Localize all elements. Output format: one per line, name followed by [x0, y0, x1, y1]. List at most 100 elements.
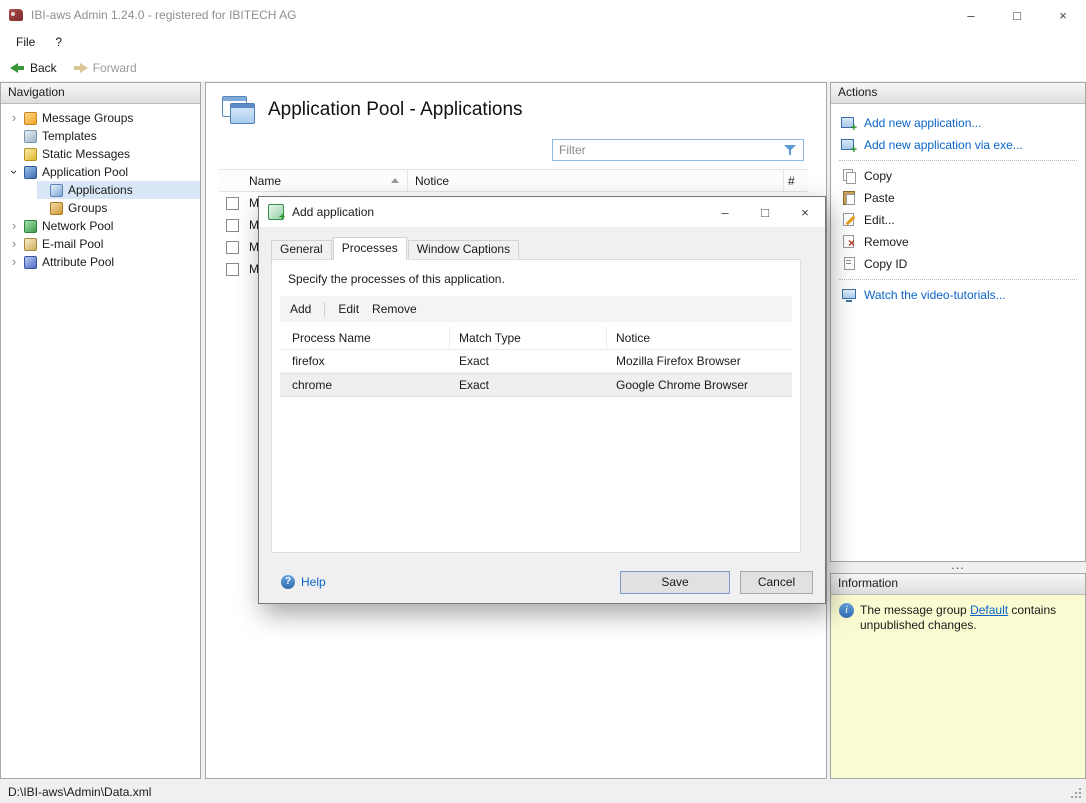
default-group-link[interactable]: Default	[970, 603, 1008, 617]
chevron-down-icon[interactable]: ›	[7, 165, 21, 179]
help-link[interactable]: ? Help	[281, 575, 326, 589]
action-add-new-application[interactable]: Add new application...	[831, 112, 1085, 134]
dialog-titlebar: Add application – □ ×	[259, 197, 825, 227]
dialog-maximize-icon[interactable]: □	[745, 197, 785, 227]
forward-label: Forward	[93, 61, 137, 75]
dialog-close-icon[interactable]: ×	[785, 197, 825, 227]
dialog-minimize-icon[interactable]: –	[705, 197, 745, 227]
sidebar-item-label: Attribute Pool	[42, 255, 114, 269]
sidebar-item-network-pool[interactable]: › Network Pool	[1, 217, 200, 235]
information-message: i The message group Default contains unp…	[831, 595, 1085, 633]
row-checkbox[interactable]	[226, 197, 239, 210]
page-title-row: Application Pool - Applications	[222, 96, 523, 124]
app-window: IBI-aws Admin 1.24.0 - registered for IB…	[0, 0, 1086, 803]
remove-icon	[841, 234, 857, 250]
resize-grip[interactable]	[1071, 788, 1083, 800]
column-header-notice[interactable]: Notice	[607, 327, 792, 349]
processes-tab-content: Specify the processes of this applicatio…	[271, 259, 801, 553]
sidebar-item-message-groups[interactable]: › Message Groups	[1, 109, 200, 127]
tab-general[interactable]: General	[271, 240, 332, 259]
action-add-new-application-via-exe[interactable]: Add new application via exe...	[831, 134, 1085, 156]
sidebar-item-groups[interactable]: Groups	[37, 199, 200, 217]
page-title: Application Pool - Applications	[268, 99, 523, 121]
right-column: Actions Add new application... Add new a…	[830, 82, 1086, 779]
dialog-title: Add application	[292, 205, 374, 219]
processes-table: Process Name Match Type Notice firefox E…	[280, 327, 792, 397]
cancel-button[interactable]: Cancel	[740, 571, 813, 594]
panel-splitter-handle[interactable]: ...	[830, 562, 1086, 573]
window-controls: – □ ×	[948, 0, 1086, 30]
message-groups-icon	[24, 112, 37, 125]
filter-icon[interactable]	[783, 143, 799, 157]
action-paste[interactable]: Paste	[831, 187, 1085, 209]
edit-process-button[interactable]: Edit	[338, 302, 359, 316]
process-row[interactable]: chrome Exact Google Chrome Browser	[280, 373, 792, 397]
app-icon	[9, 9, 23, 21]
column-header-process-name[interactable]: Process Name	[280, 327, 450, 349]
menu-help[interactable]: ?	[45, 31, 72, 53]
menu-file[interactable]: File	[6, 31, 45, 53]
row-checkbox[interactable]	[226, 241, 239, 254]
row-checkbox[interactable]	[226, 263, 239, 276]
chevron-right-icon[interactable]: ›	[7, 111, 21, 125]
dialog-buttons: Save Cancel	[620, 571, 813, 594]
add-application-exe-icon	[841, 137, 857, 153]
forward-icon	[73, 62, 88, 74]
groups-icon	[50, 202, 63, 215]
back-button[interactable]: Back	[4, 56, 63, 80]
copy-icon	[841, 168, 857, 184]
add-process-button[interactable]: Add	[290, 302, 311, 316]
templates-icon	[24, 130, 37, 143]
action-remove[interactable]: Remove	[831, 231, 1085, 253]
applications-page-icon	[222, 96, 255, 124]
action-copy-id[interactable]: Copy ID	[831, 253, 1085, 275]
chevron-right-icon[interactable]: ›	[7, 255, 21, 269]
sidebar-item-label: Application Pool	[42, 165, 128, 179]
sort-asc-icon	[391, 178, 399, 183]
sidebar-item-templates[interactable]: Templates	[1, 127, 200, 145]
column-header-notice[interactable]: Notice	[408, 170, 784, 191]
column-header-name[interactable]: Name	[245, 170, 408, 191]
processes-toolbar: Add Edit Remove	[280, 296, 792, 322]
copy-id-icon	[841, 256, 857, 272]
sidebar-item-static-messages[interactable]: Static Messages	[1, 145, 200, 163]
add-application-dialog-icon	[268, 204, 284, 220]
save-button[interactable]: Save	[620, 571, 730, 594]
table-header: Name Notice #	[219, 169, 808, 192]
chevron-right-icon[interactable]: ›	[7, 219, 21, 233]
column-header-count[interactable]: #	[784, 174, 808, 188]
chevron-right-icon[interactable]: ›	[7, 237, 21, 251]
filter-input[interactable]	[553, 141, 783, 159]
forward-button[interactable]: Forward	[67, 56, 143, 80]
sidebar-item-applications[interactable]: Applications	[37, 181, 200, 199]
dialog-controls: – □ ×	[705, 197, 825, 227]
dialog-footer: ? Help Save Cancel	[259, 561, 825, 603]
remove-process-button[interactable]: Remove	[372, 302, 417, 316]
status-file-path: D:\IBI-aws\Admin\Data.xml	[8, 785, 151, 799]
action-watch-video-tutorials[interactable]: Watch the video-tutorials...	[831, 284, 1085, 306]
action-copy[interactable]: Copy	[831, 165, 1085, 187]
tab-window-captions[interactable]: Window Captions	[408, 240, 519, 259]
information-text: The message group Default contains unpub…	[860, 603, 1077, 633]
back-icon	[10, 62, 25, 74]
actions-panel: Actions Add new application... Add new a…	[830, 82, 1086, 562]
information-header: Information	[831, 574, 1085, 595]
process-row[interactable]: firefox Exact Mozilla Firefox Browser	[280, 350, 792, 373]
column-header-match-type[interactable]: Match Type	[450, 327, 607, 349]
sidebar-item-email-pool[interactable]: › E-mail Pool	[1, 235, 200, 253]
menubar: File ?	[0, 30, 1086, 54]
navigation-header: Navigation	[1, 83, 200, 104]
sidebar-item-attribute-pool[interactable]: › Attribute Pool	[1, 253, 200, 271]
video-tutorials-icon	[841, 287, 857, 303]
maximize-icon[interactable]: □	[994, 0, 1040, 30]
sidebar-item-application-pool[interactable]: › Application Pool	[1, 163, 200, 181]
row-checkbox[interactable]	[226, 219, 239, 232]
minimize-icon[interactable]: –	[948, 0, 994, 30]
processes-description: Specify the processes of this applicatio…	[288, 272, 800, 286]
action-edit[interactable]: Edit...	[831, 209, 1085, 231]
close-icon[interactable]: ×	[1040, 0, 1086, 30]
help-icon: ?	[281, 575, 295, 589]
tab-processes[interactable]: Processes	[333, 237, 407, 260]
actions-header: Actions	[831, 83, 1085, 104]
add-application-dialog: Add application – □ × General Processes …	[258, 196, 826, 604]
